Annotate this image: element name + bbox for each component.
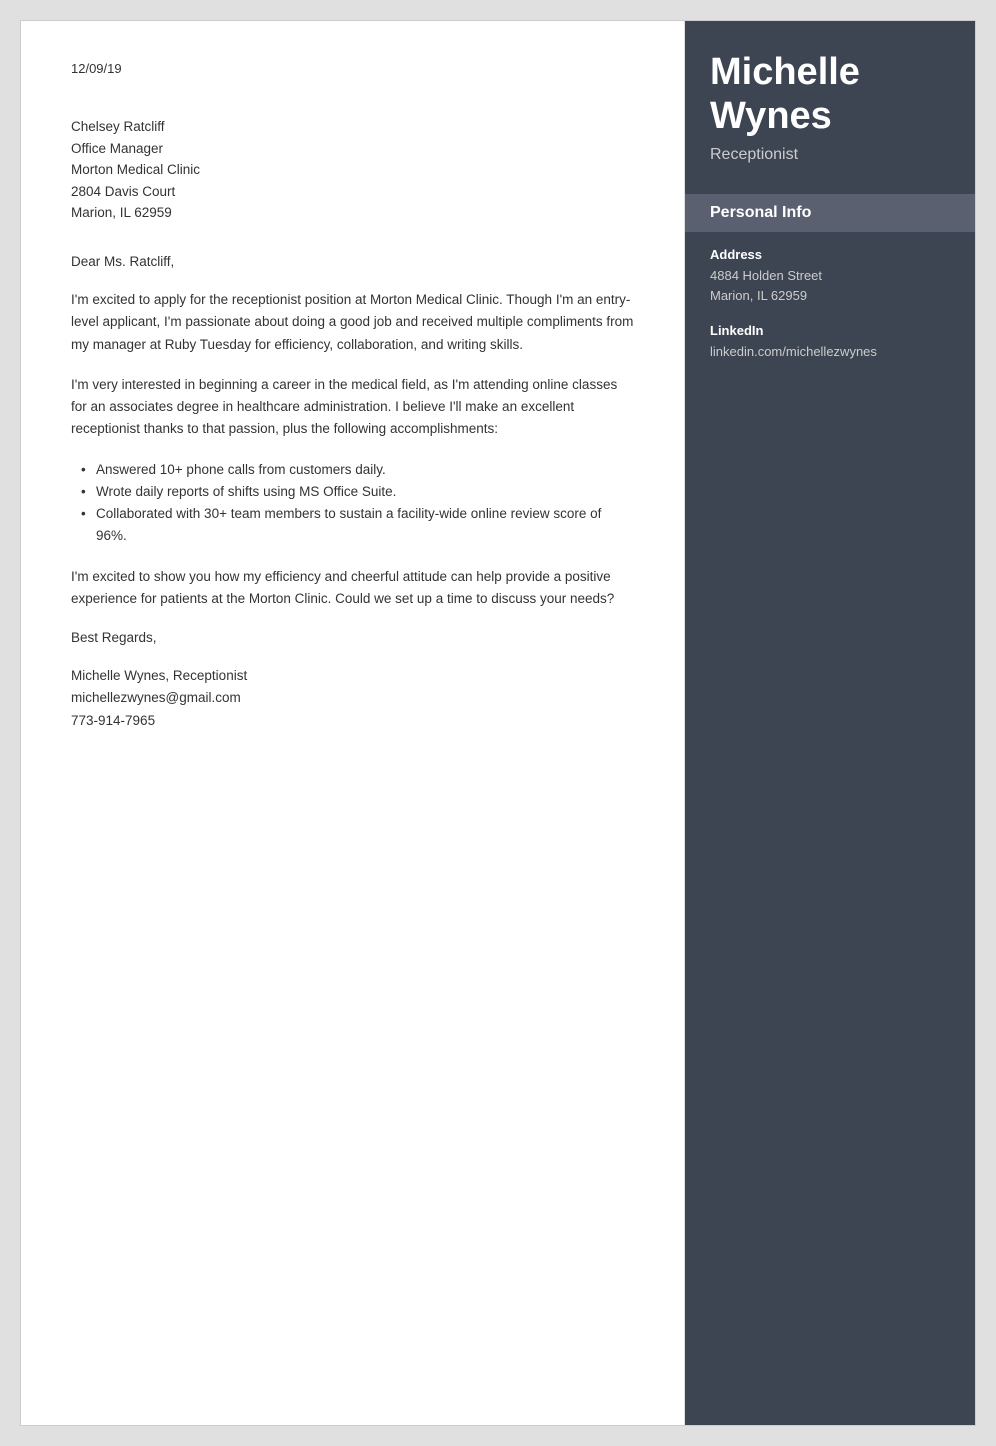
letter-date: 12/09/19	[71, 61, 634, 76]
closing-text: Best Regards,	[71, 630, 634, 645]
recipient-city-state-zip: Marion, IL 62959	[71, 202, 634, 224]
candidate-name-line2: Wynes	[710, 95, 832, 137]
address-line2: Marion, IL 62959	[710, 286, 950, 306]
linkedin-label: LinkedIn	[710, 323, 950, 338]
letter-body: I'm excited to apply for the receptionis…	[71, 289, 634, 610]
recipient-title: Office Manager	[71, 138, 634, 160]
paragraph-1: I'm excited to apply for the receptionis…	[71, 289, 634, 356]
signature-name-title: Michelle Wynes, Receptionist	[71, 665, 634, 687]
address-label: Address	[710, 247, 950, 262]
candidate-name: Michelle Wynes	[710, 51, 950, 138]
closing-paragraph: I'm excited to show you how my efficienc…	[71, 566, 634, 611]
recipient-name: Chelsey Ratcliff	[71, 116, 634, 138]
address-line1: 4884 Holden Street	[710, 266, 950, 286]
signature-phone: 773-914-7965	[71, 710, 634, 732]
cover-letter-column: 12/09/19 Chelsey Ratcliff Office Manager…	[21, 21, 685, 1425]
address-group: Address 4884 Holden Street Marion, IL 62…	[685, 247, 975, 305]
bullet-1: Answered 10+ phone calls from customers …	[81, 459, 634, 481]
signature-email: michellezwynes@gmail.com	[71, 687, 634, 709]
recipient-block: Chelsey Ratcliff Office Manager Morton M…	[71, 116, 634, 224]
recipient-address: 2804 Davis Court	[71, 181, 634, 203]
accomplishments-list: Answered 10+ phone calls from customers …	[71, 459, 634, 548]
candidate-job-title: Receptionist	[710, 146, 950, 164]
linkedin-group: LinkedIn linkedin.com/michellezwynes	[685, 323, 975, 362]
personal-info-section: Personal Info Address 4884 Holden Street…	[685, 194, 975, 362]
sidebar-header: Michelle Wynes Receptionist	[685, 21, 975, 189]
sidebar-column: Michelle Wynes Receptionist Personal Inf…	[685, 21, 975, 1425]
signature-block: Michelle Wynes, Receptionist michellezwy…	[71, 665, 634, 732]
linkedin-value: linkedin.com/michellezwynes	[710, 342, 950, 362]
bullet-3: Collaborated with 30+ team members to su…	[81, 503, 634, 548]
bullet-2: Wrote daily reports of shifts using MS O…	[81, 481, 634, 503]
personal-info-heading: Personal Info	[710, 204, 950, 222]
paragraph-2: I'm very interested in beginning a caree…	[71, 374, 634, 441]
personal-info-heading-bar: Personal Info	[685, 194, 975, 232]
resume-page: 12/09/19 Chelsey Ratcliff Office Manager…	[20, 20, 976, 1426]
candidate-name-line1: Michelle	[710, 51, 860, 93]
recipient-company: Morton Medical Clinic	[71, 159, 634, 181]
salutation: Dear Ms. Ratcliff,	[71, 254, 634, 269]
